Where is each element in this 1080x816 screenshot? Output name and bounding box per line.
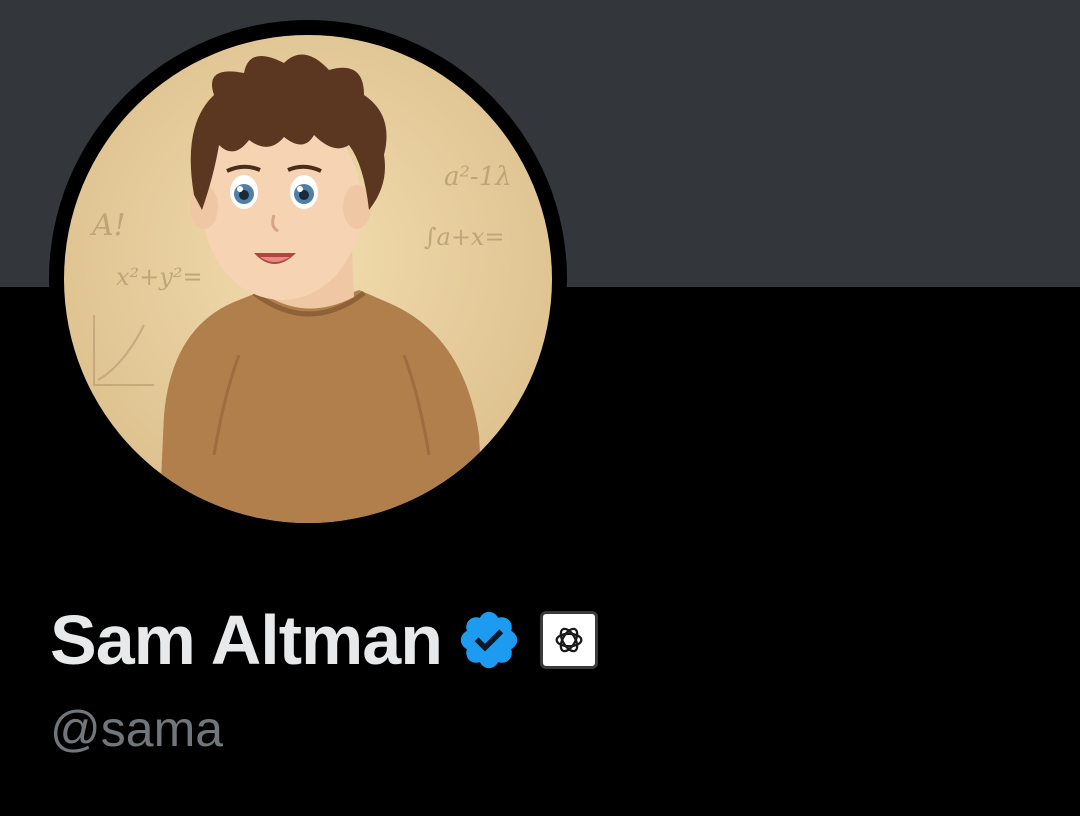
avatar-scribble: x²+y²= xyxy=(116,263,203,291)
openai-logo-icon[interactable] xyxy=(539,611,598,669)
verified-badge-icon[interactable] xyxy=(456,607,522,673)
avatar-scribble: ∫a+x= xyxy=(424,223,505,251)
avatar-scribble: A! xyxy=(89,208,126,243)
display-name: Sam Altman xyxy=(50,601,443,679)
profile-handle: @sama xyxy=(50,701,224,757)
avatar[interactable]: A! x²+y²= a²-1λ ∫a+x= xyxy=(64,35,552,523)
profile-header: A! x²+y²= a²-1λ ∫a+x= Sam Altman @sama xyxy=(0,0,1080,816)
name-row: Sam Altman xyxy=(50,598,598,682)
openai-logo-glyph xyxy=(555,627,583,653)
avatar-scribble: a²-1λ xyxy=(444,162,512,192)
avatar-illustration: A! x²+y²= a²-1λ ∫a+x= xyxy=(64,35,552,523)
